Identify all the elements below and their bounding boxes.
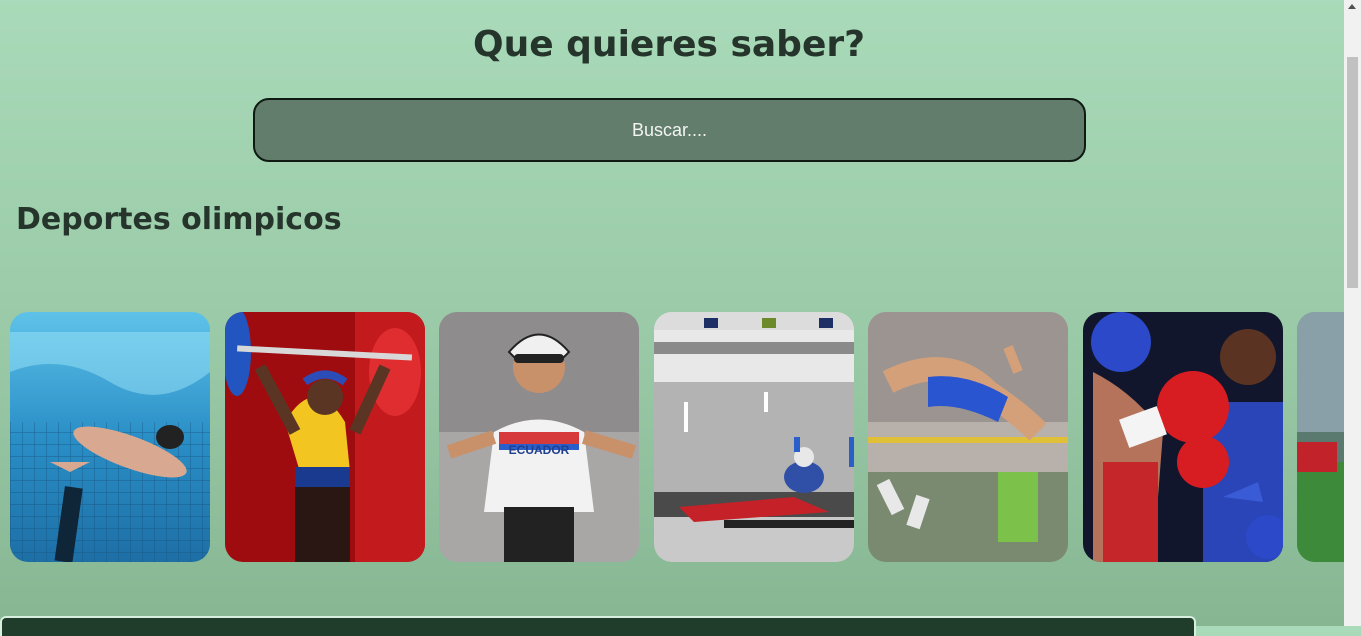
cycling-card[interactable]: ECUADOR bbox=[439, 312, 639, 562]
cyclist-image: ECUADOR bbox=[439, 312, 639, 562]
shooting-card[interactable] bbox=[653, 312, 854, 562]
page: Que quieres saber? Deportes olimpicos bbox=[0, 0, 1344, 636]
weightlifter-image bbox=[224, 312, 425, 562]
vertical-scrollbar[interactable] bbox=[1344, 0, 1361, 626]
bottom-panel bbox=[0, 616, 1196, 636]
scroll-up-arrow-icon[interactable] bbox=[1348, 4, 1356, 9]
swimming-card[interactable] bbox=[10, 312, 210, 562]
svg-text:ECUADOR: ECUADOR bbox=[509, 443, 570, 457]
partial-card[interactable] bbox=[1297, 312, 1344, 562]
boxer-image bbox=[1082, 312, 1283, 562]
high-jump-card[interactable] bbox=[868, 312, 1068, 562]
scroll-thumb[interactable] bbox=[1347, 57, 1358, 288]
swimmer-image bbox=[10, 312, 210, 562]
sports-carousel[interactable]: ECUADOR bbox=[10, 312, 1344, 562]
shooter-image bbox=[653, 312, 854, 562]
page-title: Que quieres saber? bbox=[472, 24, 865, 65]
weightlifting-card[interactable] bbox=[224, 312, 425, 562]
search-input[interactable] bbox=[253, 98, 1086, 162]
section-title: Deportes olimpicos bbox=[16, 202, 342, 237]
high-jumper-image bbox=[868, 312, 1068, 562]
boxing-card[interactable] bbox=[1082, 312, 1283, 562]
stadium-image bbox=[1297, 312, 1344, 562]
carousel-track: ECUADOR bbox=[10, 312, 1344, 562]
